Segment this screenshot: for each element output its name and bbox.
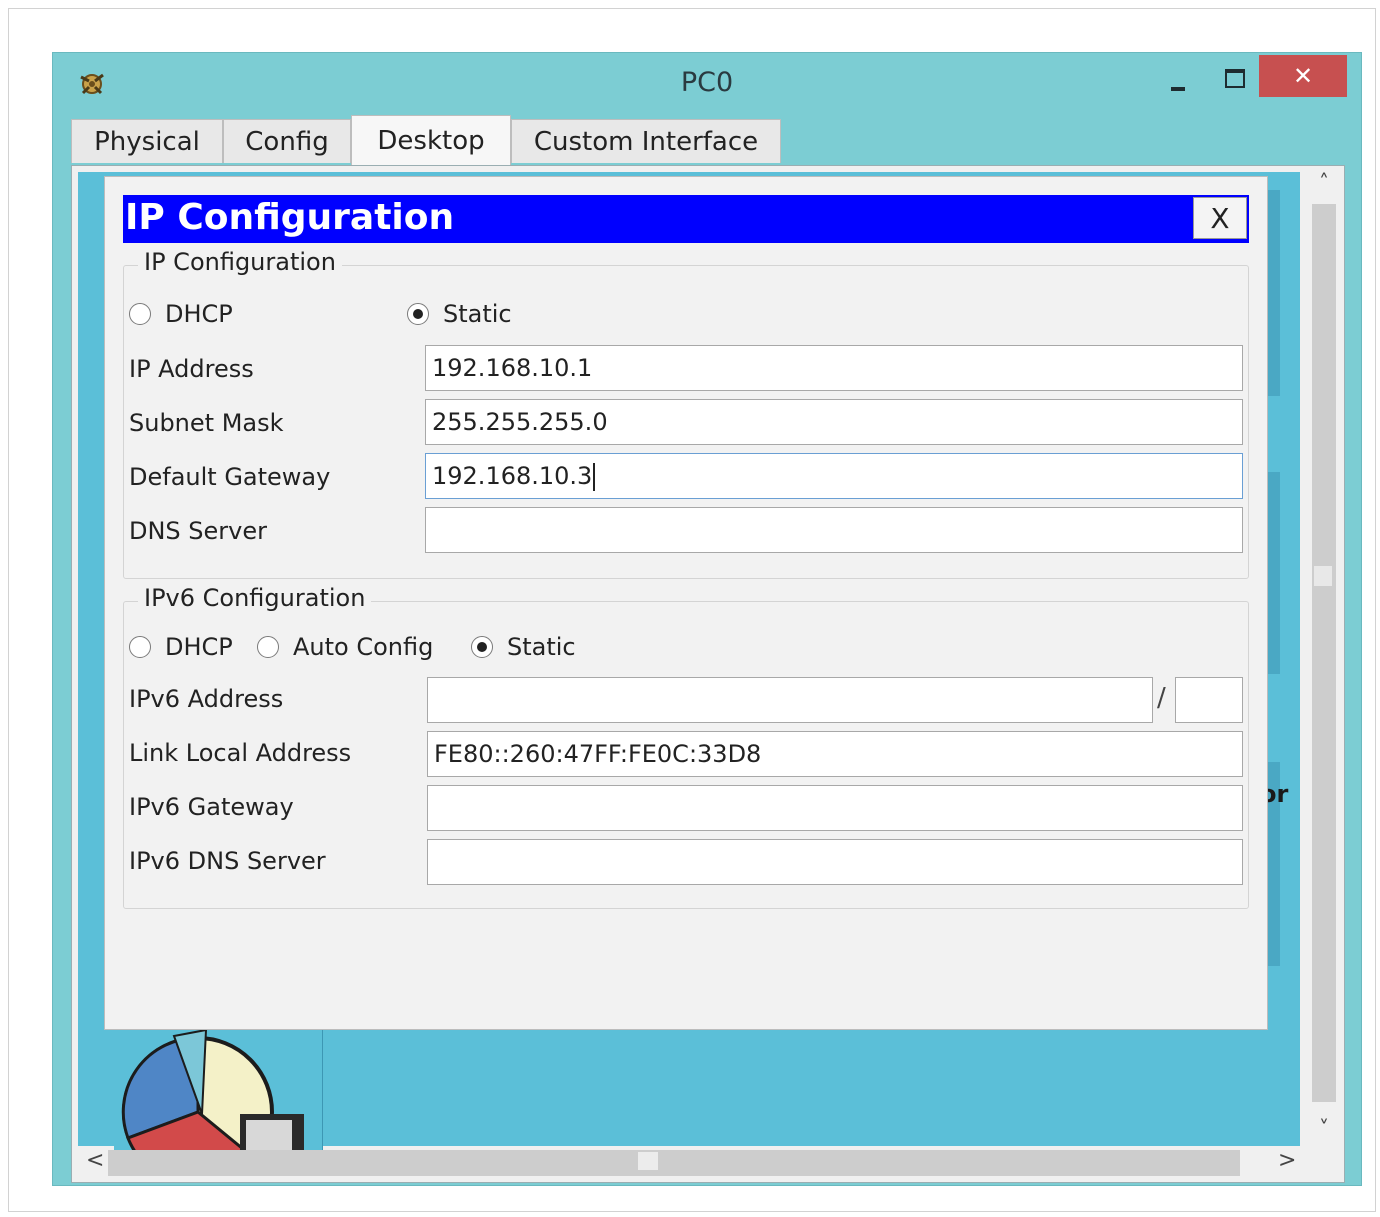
ipv6-auto-config-label: Auto Config <box>293 633 434 661</box>
background-app-tile <box>1266 472 1280 674</box>
default-gateway-label: Default Gateway <box>129 463 331 491</box>
ipv4-static-radio[interactable] <box>407 303 429 325</box>
ipv6-gateway-field[interactable] <box>427 785 1243 831</box>
prefix-separator: / <box>1157 683 1166 713</box>
ipv6-static-option[interactable]: Static <box>471 632 576 662</box>
vertical-scroll-thumb[interactable] <box>1314 566 1332 586</box>
minimize-button[interactable] <box>1153 61 1203 101</box>
title-bar[interactable]: PC0 ✕ <box>53 53 1361 117</box>
dialog-close-button[interactable]: X <box>1193 197 1247 239</box>
ipv6-static-radio[interactable] <box>471 636 493 658</box>
ipv4-static-option[interactable]: Static <box>407 299 512 329</box>
tab-config[interactable]: Config <box>223 119 351 163</box>
pie-chart-graphic <box>121 1028 304 1150</box>
text-cursor <box>593 463 596 491</box>
ipv6-auto-config-option[interactable]: Auto Config <box>257 632 433 662</box>
close-window-button[interactable]: ✕ <box>1259 55 1347 97</box>
vertical-scroll-track[interactable] <box>1312 204 1336 1102</box>
ipv4-dhcp-option[interactable]: DHCP <box>129 299 233 329</box>
dialog-title: IP Configuration <box>125 197 455 238</box>
ipv6-address-label: IPv6 Address <box>129 685 284 713</box>
pie-chart-icon[interactable] <box>114 1028 323 1150</box>
link-local-address-field[interactable]: FE80::260:47FF:FE0C:33D8 <box>427 731 1243 777</box>
tab-physical[interactable]: Physical <box>71 119 223 163</box>
subnet-mask-label: Subnet Mask <box>129 409 284 437</box>
background-app-tile <box>1266 190 1280 396</box>
ipv4-static-label: Static <box>443 300 512 328</box>
ipv6-dns-server-field[interactable] <box>427 839 1243 885</box>
default-gateway-field[interactable]: 192.168.10.3 <box>425 453 1243 499</box>
horizontal-scroll-thumb[interactable] <box>638 1152 658 1170</box>
ipv6-dhcp-option[interactable]: DHCP <box>129 632 233 662</box>
ipv4-dhcp-radio[interactable] <box>129 303 151 325</box>
ipv4-dhcp-label: DHCP <box>165 300 233 328</box>
ipv6-address-field[interactable] <box>427 677 1153 723</box>
scroll-right-arrow[interactable]: > <box>1278 1148 1296 1173</box>
dns-server-label: DNS Server <box>129 517 267 545</box>
ipv6-dns-server-label: IPv6 DNS Server <box>129 847 326 875</box>
ipv6-gateway-label: IPv6 Gateway <box>129 793 294 821</box>
ip-configuration-dialog: IP Configuration X IP Configuration DHCP… <box>104 176 1268 1030</box>
maximize-button[interactable] <box>1211 61 1259 101</box>
scroll-up-arrow[interactable]: ˄ <box>1306 170 1342 194</box>
ipv6-group-label: IPv6 Configuration <box>138 584 372 612</box>
ipv4-group-label: IP Configuration <box>138 248 342 276</box>
ip-address-field[interactable]: 192.168.10.1 <box>425 345 1243 391</box>
tab-custom-interface[interactable]: Custom Interface <box>511 119 781 163</box>
horizontal-scroll-track[interactable] <box>108 1150 1240 1176</box>
dialog-title-bar: IP Configuration X <box>123 195 1249 243</box>
vertical-scrollbar[interactable]: ˄ ˅ <box>1306 166 1342 1146</box>
scroll-left-arrow[interactable]: < <box>86 1148 104 1173</box>
subnet-mask-field[interactable]: 255.255.255.0 <box>425 399 1243 445</box>
ip-address-label: IP Address <box>129 355 254 383</box>
default-gateway-value: 192.168.10.3 <box>432 462 593 490</box>
ipv6-auto-config-radio[interactable] <box>257 636 279 658</box>
horizontal-scrollbar[interactable]: < > <box>78 1146 1306 1180</box>
ipv6-dhcp-label: DHCP <box>165 633 233 661</box>
ipv6-static-label: Static <box>507 633 576 661</box>
link-local-address-label: Link Local Address <box>129 739 352 767</box>
ipv6-prefix-length-field[interactable] <box>1175 677 1243 723</box>
scroll-down-arrow[interactable]: ˅ <box>1306 1116 1342 1140</box>
dns-server-field[interactable] <box>425 507 1243 553</box>
tab-desktop[interactable]: Desktop <box>351 115 511 165</box>
ipv6-dhcp-radio[interactable] <box>129 636 151 658</box>
